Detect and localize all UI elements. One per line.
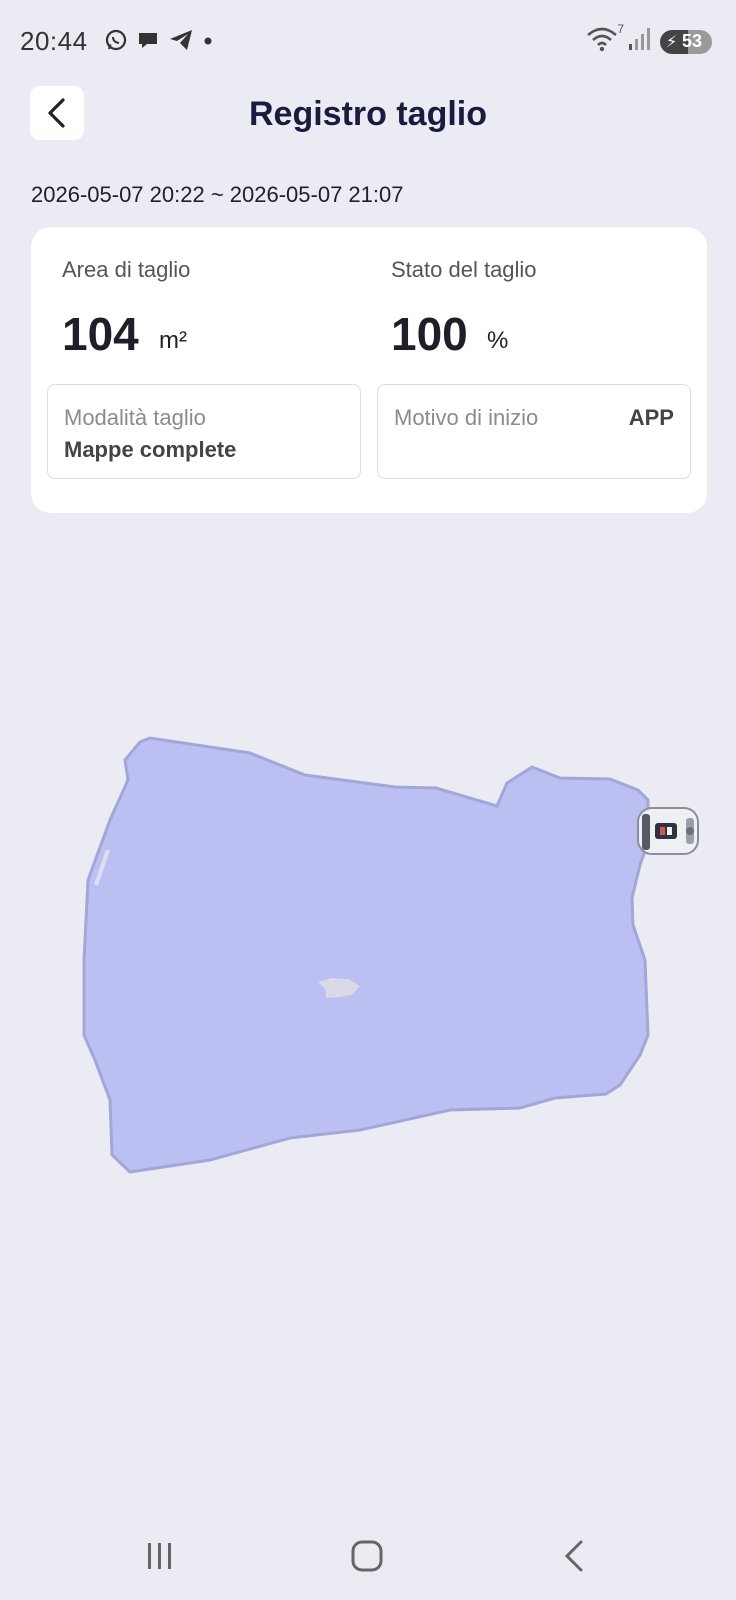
wifi-icon: 7 — [586, 22, 624, 57]
nav-back-button[interactable] — [534, 1520, 614, 1592]
robot-mower-icon[interactable] — [637, 807, 699, 855]
system-icons: 7 ⚡ 53 — [586, 22, 712, 57]
status-bar: 20:44 7 ⚡ 53 — [0, 0, 736, 84]
mode-label: Modalità taglio — [64, 405, 206, 430]
lawn-area — [82, 736, 650, 1174]
battery-level: 53 — [681, 30, 703, 51]
area-value: 104 — [62, 308, 139, 360]
recents-button[interactable] — [120, 1520, 200, 1592]
date-range: 2026-05-07 20:22 ~ 2026-05-07 21:07 — [31, 182, 404, 207]
status-time: 20:44 — [20, 26, 88, 56]
start-reason-label: Motivo di inizio — [394, 405, 539, 430]
mode-box: Modalità taglio Mappe complete — [47, 384, 361, 479]
mowing-map[interactable] — [0, 700, 736, 1200]
back-icon — [564, 1540, 583, 1572]
message-icon — [136, 28, 160, 57]
recents-icon — [148, 1543, 171, 1569]
mode-value: Mappe complete — [64, 437, 237, 462]
notification-icons — [104, 28, 214, 57]
area-label: Area di taglio — [62, 257, 191, 282]
start-reason-value: APP — [628, 405, 674, 430]
home-button[interactable] — [327, 1520, 407, 1592]
telegram-icon — [168, 28, 194, 57]
whatsapp-icon — [104, 28, 128, 57]
page-title: Registro taglio — [248, 95, 488, 133]
start-reason-box: Motivo di inizio APP — [377, 384, 691, 479]
dot-icon — [202, 28, 214, 57]
home-icon — [351, 1540, 383, 1572]
system-nav-bar — [0, 1520, 736, 1592]
area-unit: m² — [159, 327, 187, 354]
signal-icon — [628, 26, 652, 57]
summary-card: Area di taglio 104 m² Stato del taglio 1… — [31, 227, 707, 513]
status-label: Stato del taglio — [391, 257, 537, 282]
battery-icon: ⚡ 53 — [660, 29, 712, 54]
wifi-badge: 7 — [617, 22, 624, 36]
status-value: 100 — [391, 308, 468, 360]
status-unit: % — [487, 327, 509, 354]
